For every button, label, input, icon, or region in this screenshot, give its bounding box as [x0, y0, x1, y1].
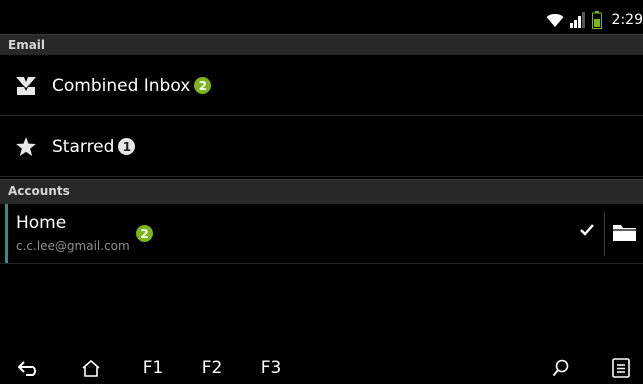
back-icon[interactable] — [15, 357, 41, 379]
email-section-header: Email — [0, 34, 643, 55]
starred-label: Starred — [52, 136, 115, 157]
f2-key[interactable]: F2 — [200, 357, 224, 379]
status-bar: 2:29 — [0, 0, 643, 34]
f3-key[interactable]: F3 — [259, 357, 283, 379]
accounts-section-header: Accounts — [0, 179, 643, 204]
account-email: c.c.lee@gmail.com — [16, 239, 130, 253]
combined-inbox-icon — [14, 74, 38, 98]
status-time: 2:29 — [611, 12, 643, 28]
battery-icon — [591, 11, 602, 29]
account-count-badge: 2 — [136, 225, 153, 242]
account-name: Home — [16, 213, 67, 233]
home-icon[interactable] — [79, 357, 103, 379]
signal-icon — [569, 12, 586, 28]
wifi-icon — [546, 12, 564, 28]
account-accent-bar — [5, 204, 8, 263]
search-icon[interactable] — [550, 357, 572, 379]
combined-inbox-count-badge: 2 — [194, 77, 212, 94]
navigation-bar: F1 F2 F3 — [0, 350, 643, 384]
combined-inbox-row[interactable]: Combined Inbox 2 — [0, 56, 643, 116]
folder-icon[interactable] — [612, 221, 638, 243]
account-divider — [604, 212, 605, 256]
account-row-home[interactable]: Home c.c.lee@gmail.com — [0, 204, 643, 264]
f1-key[interactable]: F1 — [141, 357, 165, 379]
status-icons: 2:29 — [546, 10, 643, 30]
checkmark-icon — [579, 222, 595, 238]
menu-icon[interactable] — [610, 357, 632, 379]
starred-count-badge: 1 — [118, 138, 136, 155]
star-icon — [14, 135, 38, 159]
starred-row[interactable]: Starred 1 — [0, 117, 643, 177]
combined-inbox-label: Combined Inbox — [52, 75, 191, 96]
